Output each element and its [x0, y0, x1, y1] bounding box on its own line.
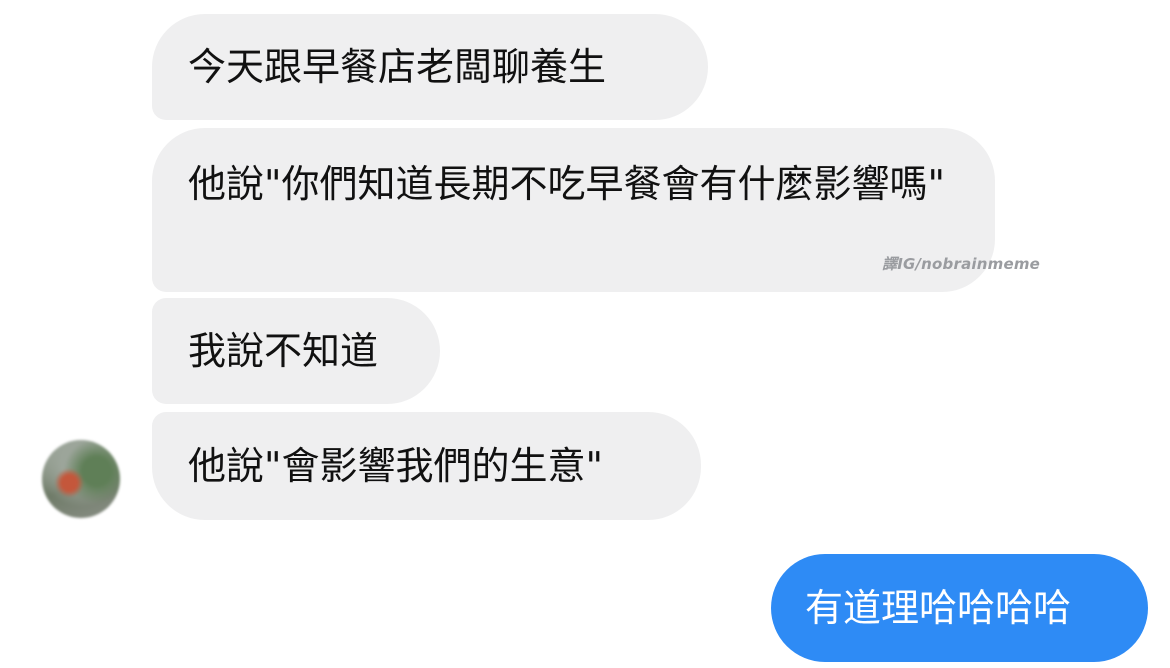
watermark-text: 譯IG/nobrainmeme: [882, 255, 1041, 273]
incoming-message-bubble[interactable]: 我說不知道: [152, 298, 440, 404]
incoming-message-bubble[interactable]: 他說"會影響我們的生意": [152, 412, 701, 520]
incoming-message-bubble[interactable]: 他說"你們知道長期不吃早餐會有什麼影響嗎": [152, 128, 995, 292]
outgoing-message-bubble[interactable]: 有道理哈哈哈哈: [771, 554, 1148, 662]
incoming-message-bubble[interactable]: 今天跟早餐店老闆聊養生: [152, 14, 708, 120]
chat-thread: 今天跟早餐店老闆聊養生 他說"你們知道長期不吃早餐會有什麼影響嗎" 譯IG/no…: [0, 0, 1170, 668]
contact-avatar[interactable]: [42, 440, 120, 518]
